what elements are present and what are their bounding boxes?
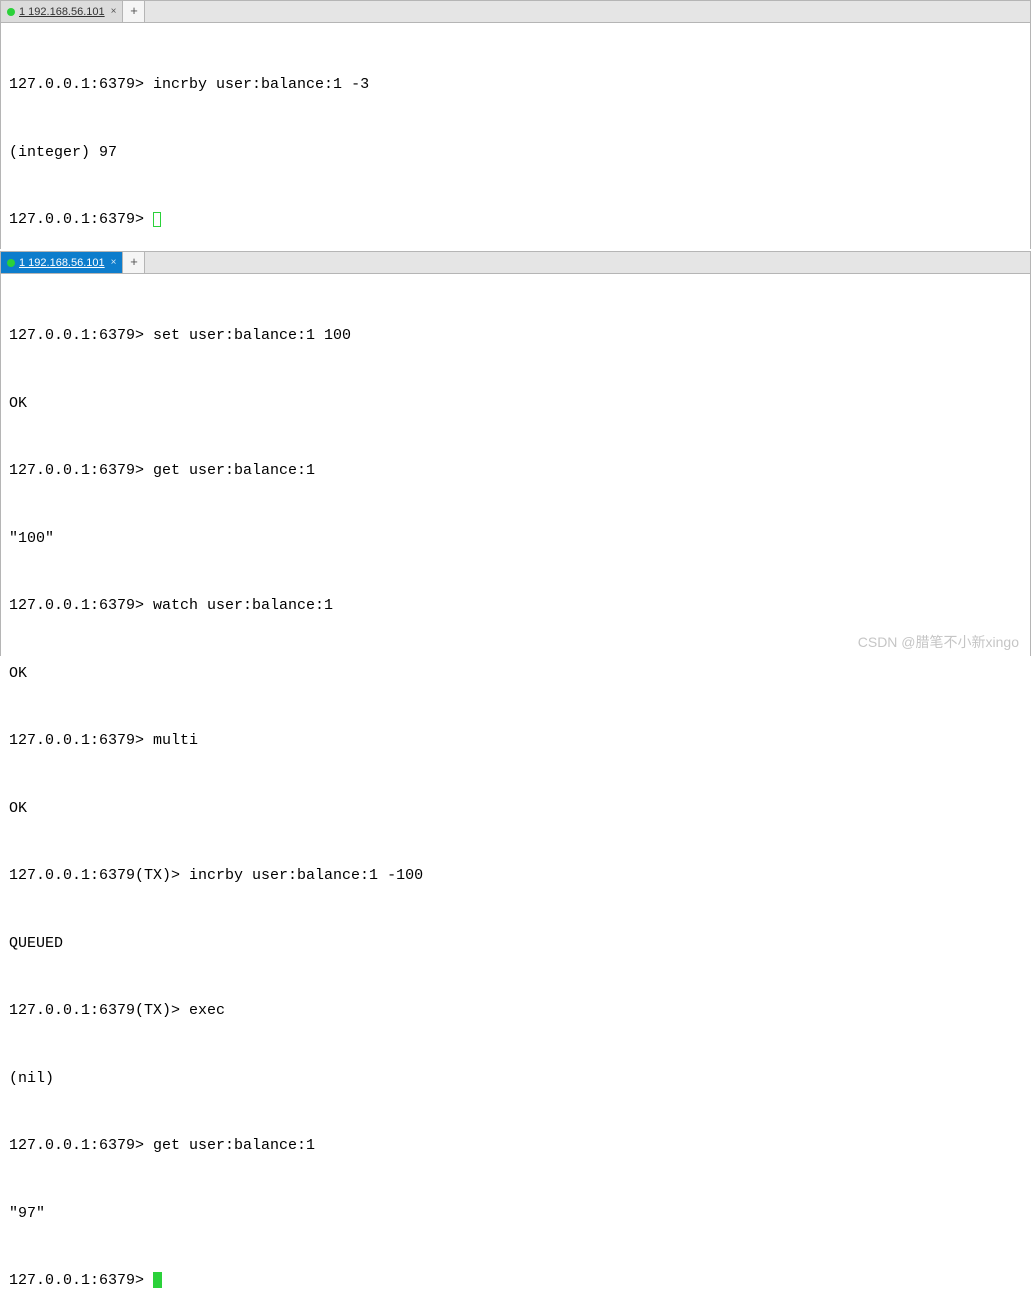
tab-bar-bottom: 1 192.168.56.101 × + [1,252,1030,274]
tab-session-top[interactable]: 1 192.168.56.101 × [1,1,123,22]
tab-session-bottom[interactable]: 1 192.168.56.101 × [1,252,123,273]
terminal-line: 127.0.0.1:6379> incrby user:balance:1 -3 [9,74,1022,97]
terminal-line: OK [9,798,1022,821]
tab-bar-top: 1 192.168.56.101 × + [1,1,1030,23]
close-icon[interactable]: × [111,257,117,268]
add-tab-button-top[interactable]: + [123,1,145,22]
tab-title-bottom: 1 192.168.56.101 [19,257,105,269]
terminal-line: 127.0.0.1:6379> get user:balance:1 [9,460,1022,483]
terminal-output-bottom[interactable]: 127.0.0.1:6379> set user:balance:1 100 O… [1,274,1030,1316]
status-dot-icon [7,259,15,267]
add-tab-button-bottom[interactable]: + [123,252,145,273]
terminal-pane-bottom: 1 192.168.56.101 × + 127.0.0.1:6379> set… [0,251,1031,656]
terminal-line: OK [9,663,1022,686]
terminal-pane-top: 1 192.168.56.101 × + 127.0.0.1:6379> inc… [0,0,1031,249]
cursor-icon [153,1272,162,1288]
tab-title-top: 1 192.168.56.101 [19,6,105,18]
terminal-line: 127.0.0.1:6379> set user:balance:1 100 [9,325,1022,348]
terminal-line: (integer) 97 [9,142,1022,165]
terminal-line: 127.0.0.1:6379(TX)> incrby user:balance:… [9,865,1022,888]
terminal-output-top[interactable]: 127.0.0.1:6379> incrby user:balance:1 -3… [1,23,1030,283]
terminal-line: 127.0.0.1:6379> get user:balance:1 [9,1135,1022,1158]
terminal-line: "97" [9,1203,1022,1226]
status-dot-icon [7,8,15,16]
terminal-line: "100" [9,528,1022,551]
cursor-icon [153,212,161,227]
terminal-line: 127.0.0.1:6379> multi [9,730,1022,753]
terminal-line: OK [9,393,1022,416]
terminal-line: (nil) [9,1068,1022,1091]
terminal-line: QUEUED [9,933,1022,956]
terminal-line: 127.0.0.1:6379(TX)> exec [9,1000,1022,1023]
close-icon[interactable]: × [111,6,117,17]
terminal-line: 127.0.0.1:6379> [9,209,1022,232]
terminal-line: 127.0.0.1:6379> [9,1270,1022,1293]
terminal-line: 127.0.0.1:6379> watch user:balance:1 [9,595,1022,618]
